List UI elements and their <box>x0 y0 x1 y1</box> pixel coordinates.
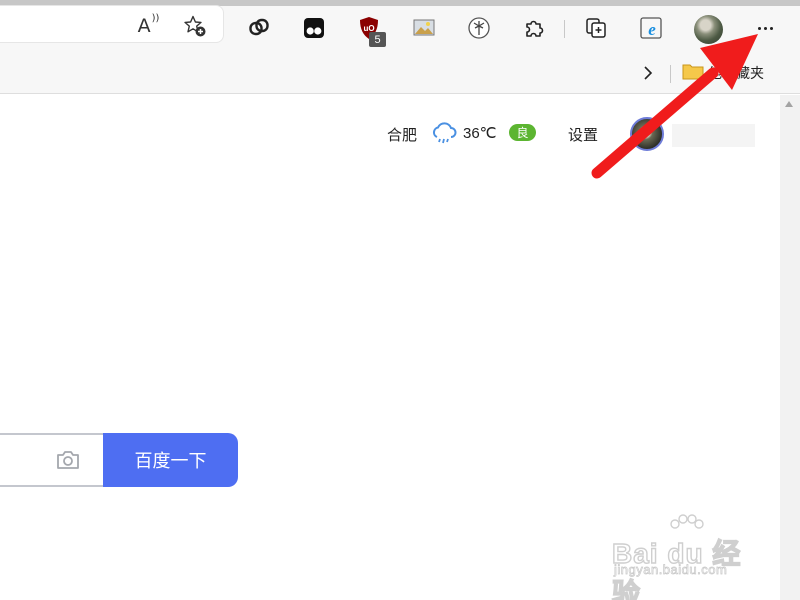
user-name-redacted[interactable] <box>672 124 755 147</box>
read-aloud-icon[interactable]: A)) <box>136 13 160 38</box>
favorites-separator <box>670 65 671 83</box>
air-quality-badge[interactable]: 良 <box>509 124 536 141</box>
scroll-up-arrow-icon[interactable] <box>785 101 793 107</box>
chevron-right-icon[interactable] <box>640 64 656 82</box>
rain-cloud-icon[interactable] <box>430 120 458 146</box>
search-button[interactable]: 百度一下 <box>103 433 238 487</box>
collections-icon[interactable] <box>584 16 608 40</box>
tampermonkey-icon[interactable] <box>302 16 326 40</box>
toolbar-separator <box>564 20 565 38</box>
weather-city[interactable]: 合肥 <box>387 124 417 145</box>
chain-link-icon[interactable] <box>247 16 271 40</box>
address-bar[interactable]: A)) <box>0 6 223 42</box>
settings-and-more-button[interactable] <box>752 16 778 40</box>
puzzle-extensions-icon[interactable] <box>522 16 546 40</box>
image-icon[interactable] <box>412 16 436 40</box>
user-avatar[interactable] <box>630 117 664 151</box>
weather-temperature[interactable]: 36℃ <box>463 124 497 142</box>
edge-ie-mode-icon[interactable]: e <box>639 16 663 40</box>
favorites-bar: 他收藏夹 <box>0 54 800 94</box>
baidu-jingyan-watermark: Bai du 经验 jingyan.baidu.com <box>611 514 762 600</box>
settings-link[interactable]: 设置 <box>568 124 598 145</box>
camera-icon[interactable] <box>55 448 81 472</box>
ublock-badge: 5 <box>369 32 386 47</box>
other-favorites-link[interactable]: 他收藏夹 <box>708 63 764 83</box>
watermark-url: jingyan.baidu.com <box>614 562 728 578</box>
palm-tree-icon[interactable] <box>467 16 491 40</box>
search-input[interactable] <box>0 433 104 487</box>
profile-avatar[interactable] <box>694 15 723 44</box>
vertical-scrollbar[interactable] <box>780 95 800 600</box>
svg-text:e: e <box>648 20 656 39</box>
folder-icon <box>682 64 704 80</box>
add-favorite-icon[interactable] <box>183 14 207 38</box>
